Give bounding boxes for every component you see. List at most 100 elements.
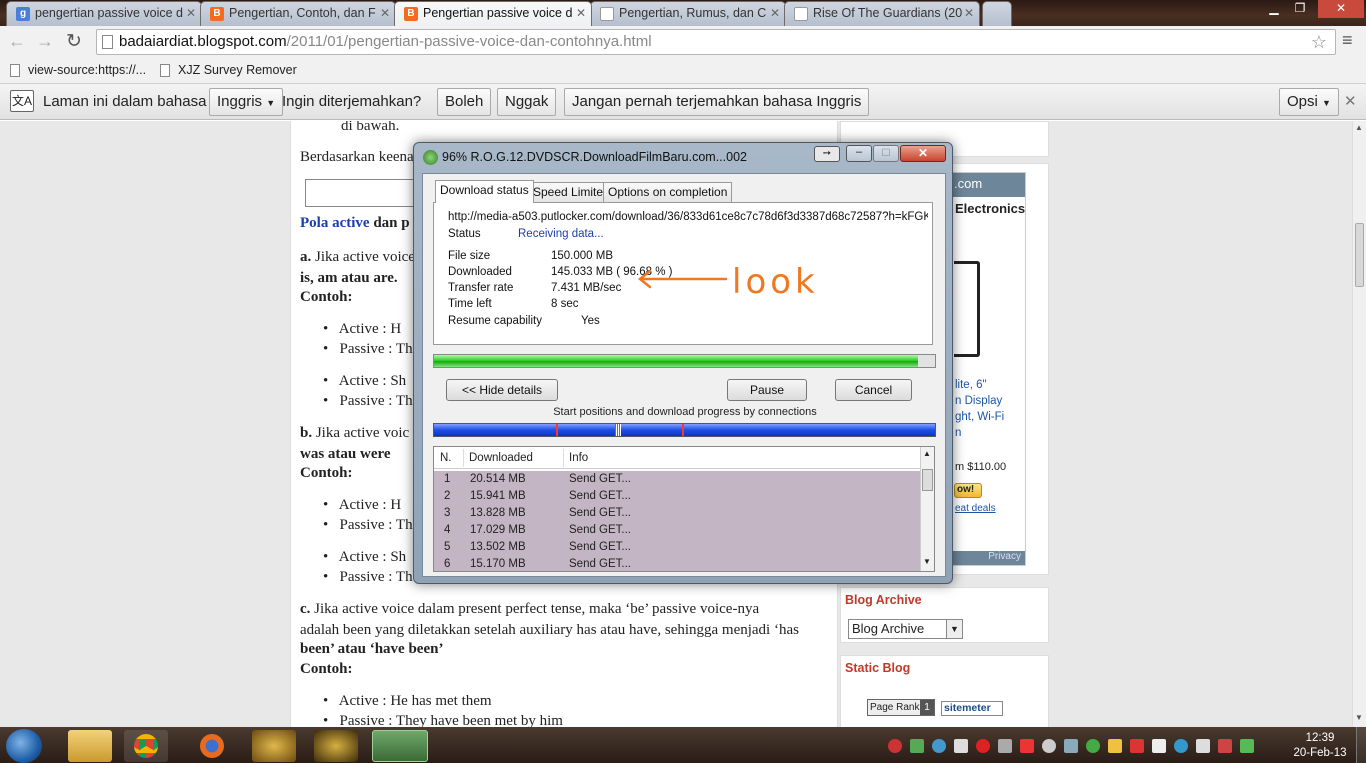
tray-icon[interactable]: [1020, 739, 1034, 753]
scroll-up-icon[interactable]: ▲: [1355, 123, 1363, 132]
windows-start-icon[interactable]: [6, 729, 42, 763]
tray-icon[interactable]: [932, 739, 946, 753]
translate-options-button[interactable]: Opsi ▼: [1279, 88, 1339, 116]
reload-icon[interactable]: ↻: [66, 30, 82, 53]
cell-info: Send GET...: [569, 558, 632, 570]
address-bar[interactable]: badaiardiat.blogspot.com/2011/01/pengert…: [96, 29, 1336, 55]
close-icon[interactable]: ✕: [380, 6, 390, 20]
close-icon[interactable]: ✕: [964, 6, 974, 20]
scroll-down-icon[interactable]: ▼: [1355, 713, 1363, 722]
bookmark-star-icon[interactable]: ☆: [1311, 30, 1327, 54]
hide-details-button[interactable]: << Hide details: [446, 379, 558, 401]
table-row[interactable]: 5 13.502 MB Send GET...: [434, 539, 920, 556]
volume-icon[interactable]: [1218, 739, 1232, 753]
table-row[interactable]: 6 15.170 MB Send GET...: [434, 556, 920, 571]
tray-icon[interactable]: [1130, 739, 1144, 753]
options-label: Opsi: [1287, 93, 1318, 110]
new-tab-button[interactable]: [982, 1, 1012, 26]
close-icon[interactable]: ✕: [576, 6, 586, 20]
translate-no-button[interactable]: Nggak: [497, 88, 557, 116]
ad-buy-button[interactable]: ow!: [954, 483, 982, 498]
clock[interactable]: 12:39 20-Feb-13: [1290, 731, 1350, 761]
hon-icon[interactable]: [252, 730, 296, 762]
language-select[interactable]: Inggris ▼: [209, 88, 284, 116]
section-label: a.: [300, 249, 312, 265]
table-row[interactable]: 1 20.514 MB Send GET...: [434, 471, 920, 488]
section-label: b.: [300, 425, 313, 441]
cancel-button[interactable]: Cancel: [835, 379, 912, 401]
forward-icon[interactable]: →: [36, 31, 54, 52]
archive-select[interactable]: Blog Archive ▼: [848, 619, 963, 639]
bookmark-view-source[interactable]: view-source:https://...: [28, 63, 146, 77]
scroll-down-icon[interactable]: ▼: [923, 557, 931, 566]
ad-privacy-link[interactable]: Privacy: [952, 551, 1025, 565]
scrollbar-thumb[interactable]: [1355, 223, 1364, 287]
firefox-icon[interactable]: [190, 730, 234, 762]
tab-1[interactable]: g pengertian passive voice d ✕: [6, 1, 202, 26]
page-scrollbar[interactable]: ▲ ▼: [1352, 121, 1366, 727]
connections-table[interactable]: N. Downloaded Info 1 20.514 MB Send GET...…: [433, 446, 935, 572]
table-scrollbar[interactable]: ▲ ▼: [920, 447, 934, 571]
list-item-text: Passive : Th: [339, 517, 413, 533]
column-header[interactable]: Downloaded: [469, 447, 533, 469]
amazon-ad[interactable]: .com Electronics lite, 6" n Display ght,…: [951, 172, 1026, 566]
translate-yes-button[interactable]: Boleh: [437, 88, 492, 116]
close-icon[interactable]: ✕: [186, 6, 196, 20]
close-icon[interactable]: ✕: [1344, 92, 1357, 110]
minimize-icon[interactable]: ▁: [1262, 0, 1286, 18]
tray-icon[interactable]: [954, 739, 968, 753]
tab-options-on-completion[interactable]: Options on completion: [603, 182, 733, 202]
tab-1-title: pengertian passive voice d: [35, 6, 184, 20]
show-desktop-button[interactable]: [1356, 727, 1366, 763]
tray-icon[interactable]: [888, 739, 902, 753]
bookmark-survey-remover[interactable]: XJZ Survey Remover: [178, 63, 297, 77]
scrollbar-thumb[interactable]: [922, 469, 933, 491]
tab-strip: g pengertian passive voice d ✕ B Pengert…: [0, 0, 1366, 26]
tray-icon[interactable]: [910, 739, 924, 753]
nvidia-icon[interactable]: [1240, 739, 1254, 753]
tray-icon[interactable]: [1042, 739, 1056, 753]
arrow-icon[interactable]: ➙: [814, 146, 840, 162]
download-url: http://media-a503.putlocker.com/download…: [448, 211, 928, 223]
table-row[interactable]: 2 15.941 MB Send GET...: [434, 488, 920, 505]
tray-icon[interactable]: [998, 739, 1012, 753]
translate-question: Ingin diterjemahkan?: [282, 93, 422, 110]
close-icon[interactable]: ✕: [900, 145, 946, 162]
close-icon[interactable]: ✕: [770, 6, 780, 20]
tab-5[interactable]: Rise Of The Guardians (20 ✕: [784, 1, 980, 26]
explorer-icon[interactable]: [68, 730, 112, 762]
menu-icon[interactable]: ≡: [1342, 30, 1353, 51]
table-row[interactable]: 4 17.029 MB Send GET...: [434, 522, 920, 539]
column-header[interactable]: Info: [569, 447, 588, 469]
chrome-icon[interactable]: [124, 730, 168, 762]
tray-icon[interactable]: [1152, 739, 1166, 753]
translate-never-button[interactable]: Jangan pernah terjemahkan bahasa Inggris: [564, 88, 870, 116]
tab-download-status[interactable]: Download status: [435, 180, 534, 203]
cell-n: 5: [444, 541, 451, 553]
table-row[interactable]: 3 13.828 MB Send GET...: [434, 505, 920, 522]
maximize-icon[interactable]: ❐: [1288, 0, 1312, 18]
tab-speed-limiter[interactable]: Speed Limiter: [528, 182, 613, 202]
tray-icon[interactable]: [1064, 739, 1078, 753]
back-icon[interactable]: ←: [8, 31, 26, 52]
language-value: Inggris: [217, 93, 263, 110]
idm-icon[interactable]: [372, 730, 428, 762]
window-close-icon[interactable]: ✕: [1318, 0, 1364, 18]
tray-icon[interactable]: [1086, 739, 1100, 753]
column-header[interactable]: N.: [440, 447, 452, 469]
pagerank-badge[interactable]: Page Rank 1: [867, 699, 935, 716]
scroll-up-icon[interactable]: ▲: [923, 449, 931, 458]
tray-icon[interactable]: [1108, 739, 1122, 753]
tab-3-active[interactable]: B Pengertian passive voice d ✕: [394, 1, 592, 26]
tab-2[interactable]: B Pengertian, Contoh, dan F ✕: [200, 1, 396, 26]
lol-icon[interactable]: [314, 730, 358, 762]
network-icon[interactable]: [1196, 739, 1210, 753]
sitemeter-badge[interactable]: sitemeter: [941, 701, 1003, 716]
pause-button[interactable]: Pause: [727, 379, 807, 401]
ad-deals-link[interactable]: eat deals: [955, 503, 996, 514]
tray-icon[interactable]: [976, 739, 990, 753]
tray-icon[interactable]: [1174, 739, 1188, 753]
cell-downloaded: 13.828 MB: [470, 507, 526, 519]
tab-4[interactable]: Pengertian, Rumus, dan C ✕: [590, 1, 786, 26]
minimize-icon[interactable]: ‒: [846, 145, 872, 162]
